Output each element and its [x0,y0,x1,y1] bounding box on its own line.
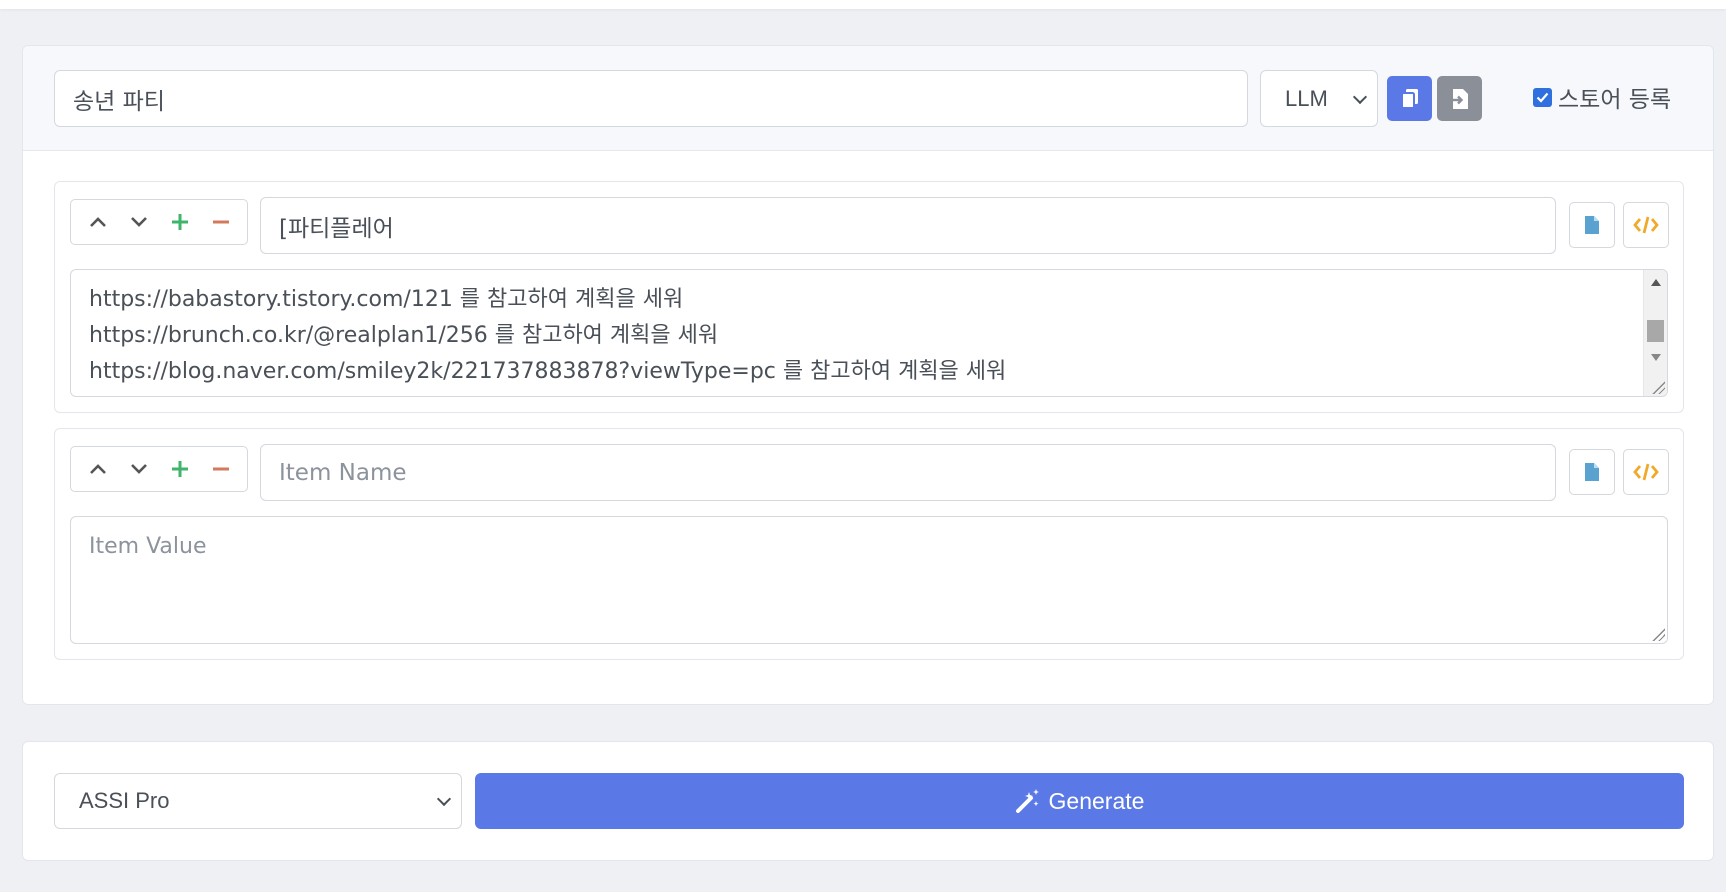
file-icon [1585,216,1599,234]
text-mode-button[interactable] [1569,202,1615,248]
item-name-input[interactable]: Item Name [260,444,1556,501]
generate-card: ASSI Pro Generate [22,741,1714,861]
chevron-up-icon [89,217,106,227]
import-button[interactable] [1437,76,1482,121]
prompt-editor-card: 송년 파티 LLM 스토어 등록 [파티플레어 https://babastor… [22,45,1714,705]
item-block: [파티플레어 https://babastory.tistory.com/121… [54,181,1684,413]
item-value-textarea[interactable]: https://babastory.tistory.com/121 를 참고하여… [70,269,1668,397]
minus-icon [212,220,229,224]
generate-button[interactable]: Generate [475,773,1684,829]
item-value-placeholder: Item Value [89,534,207,559]
assistant-select-value: ASSI Pro [79,788,170,813]
top-bar [0,0,1726,9]
model-select-value: LLM [1285,85,1328,111]
item-value-line: https://blog.naver.com/smiley2k/22173788… [89,359,1007,384]
file-icon [1585,463,1599,481]
add-item-button[interactable] [164,206,196,238]
textarea-scrollbar[interactable] [1643,270,1667,396]
scroll-up-arrow-icon[interactable] [1651,279,1661,286]
scroll-thumb[interactable] [1647,320,1664,342]
move-up-button[interactable] [82,453,114,485]
code-icon [1633,216,1659,234]
item-controls [70,446,248,492]
item-value-line: https://babastory.tistory.com/121 를 참고하여… [89,287,684,312]
move-down-button[interactable] [123,206,155,238]
item-value-textarea[interactable]: Item Value [70,516,1668,644]
item-name-placeholder: Item Name [279,459,407,486]
chevron-down-icon [130,464,147,474]
chevron-down-icon [130,217,147,227]
magic-wand-icon [1015,789,1039,813]
title-input[interactable]: 송년 파티 [54,70,1248,127]
item-controls [70,199,248,245]
resize-grip-icon[interactable] [1651,627,1665,641]
title-input-value: 송년 파티 [73,88,165,115]
chevron-up-icon [89,464,106,474]
text-mode-button[interactable] [1569,449,1615,495]
item-block: Item Name Item Value [54,428,1684,660]
scroll-down-arrow-icon[interactable] [1651,354,1661,361]
plus-icon [171,214,188,230]
item-name-value: [파티플레어 [279,215,394,242]
import-icon [1451,88,1468,109]
check-icon [1536,92,1549,103]
add-item-button[interactable] [164,453,196,485]
plus-icon [171,461,188,477]
move-down-button[interactable] [123,453,155,485]
item-value-line: https://brunch.co.kr/@realplan1/256 를 참고… [89,323,719,348]
code-mode-button[interactable] [1623,202,1669,248]
store-register-checkbox[interactable]: 스토어 등록 [1533,82,1672,113]
remove-item-button[interactable] [205,206,237,238]
generate-label: Generate [1048,787,1145,814]
chevron-down-icon [1352,89,1368,104]
minus-icon [212,467,229,471]
move-up-button[interactable] [82,206,114,238]
resize-grip-icon[interactable] [1651,380,1665,394]
checkbox-checked[interactable] [1533,87,1552,107]
model-select[interactable]: LLM [1260,70,1378,127]
code-icon [1633,463,1659,481]
chevron-down-icon [436,791,452,807]
item-name-input[interactable]: [파티플레어 [260,197,1556,254]
code-mode-button[interactable] [1623,449,1669,495]
store-register-label: 스토어 등록 [1558,87,1672,113]
card-header: 송년 파티 LLM 스토어 등록 [23,46,1713,151]
remove-item-button[interactable] [205,453,237,485]
copy-icon [1400,88,1418,109]
copy-button[interactable] [1387,76,1432,121]
assistant-select[interactable]: ASSI Pro [54,773,462,829]
